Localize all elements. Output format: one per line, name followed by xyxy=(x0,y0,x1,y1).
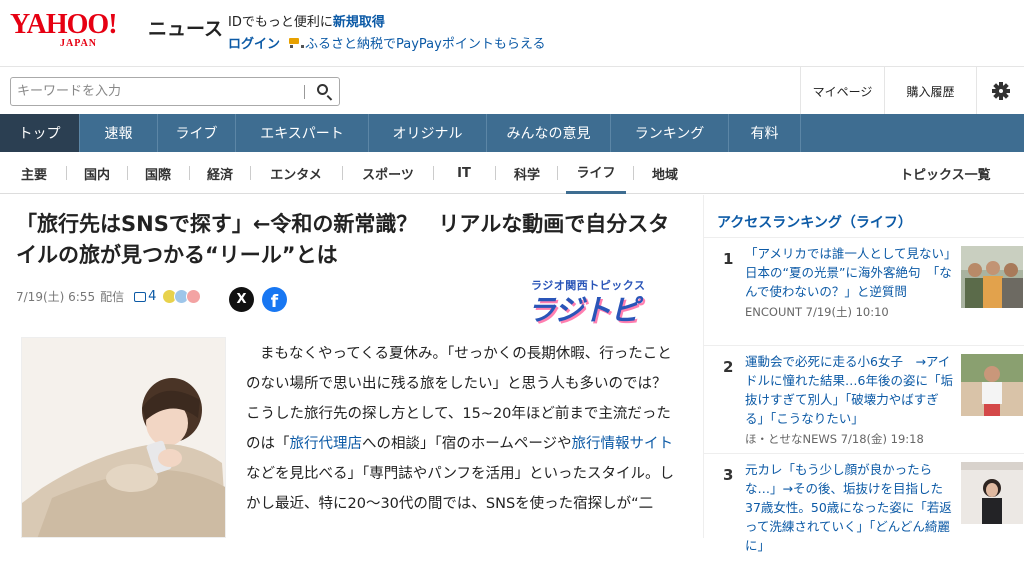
furusato-link[interactable]: ふるさと納税でPayPayポイントもらえる xyxy=(288,33,545,52)
settings-button[interactable] xyxy=(976,67,1024,115)
news-section-title[interactable]: ニュース xyxy=(148,14,223,41)
ranking-thumbnail xyxy=(961,462,1023,524)
search-divider xyxy=(304,85,305,99)
search-box xyxy=(10,77,340,106)
rank-number: 1 xyxy=(723,250,734,268)
nav-opinions[interactable]: みんなの意見 xyxy=(487,114,611,152)
reaction-icon xyxy=(186,289,202,304)
logo-subtext: JAPAN xyxy=(60,38,98,49)
id-promo: IDでもっと便利に新規取得 xyxy=(228,11,385,30)
furusato-text: ふるさと納税でPayPayポイントもらえる xyxy=(305,37,546,52)
search-input[interactable] xyxy=(17,81,302,102)
main-nav: トップ 速報 ライブ エキスパート オリジナル みんなの意見 ランキング 有料 xyxy=(0,114,1024,152)
cat-divider xyxy=(495,166,496,180)
nav-breaking[interactable]: 速報 xyxy=(80,114,158,152)
cat-divider xyxy=(633,166,634,180)
nav-filler xyxy=(801,114,1024,152)
cat-science[interactable]: 科学 xyxy=(503,152,551,194)
comment-icon xyxy=(134,291,147,302)
ranking-text: 元カレ「もう少し顔が良かったらな…」→その後、垢抜けを目指した37歳女性。50歳… xyxy=(745,460,957,555)
cat-it[interactable]: IT xyxy=(441,152,487,194)
rank-title: 「アメリカでは誰一人として見ない」 日本の“夏の光景”に海外客絶句 「なんで使わ… xyxy=(745,246,963,299)
publish-date: 7/19(土) 6:55 xyxy=(16,290,96,304)
id-promo-text: IDでもっと便利に xyxy=(228,15,333,30)
cat-main[interactable]: 主要 xyxy=(10,152,58,194)
comment-count: 4 xyxy=(148,289,157,304)
source-name-logo: ラジトピ xyxy=(527,293,639,327)
cat-world[interactable]: 国際 xyxy=(135,152,181,194)
cat-sports[interactable]: スポーツ xyxy=(350,152,426,194)
nav-top[interactable]: トップ xyxy=(0,114,80,152)
keyword-link-travel-info-site[interactable]: 旅行情報サイト xyxy=(572,436,674,452)
cat-economy[interactable]: 経済 xyxy=(197,152,243,194)
reaction-icons[interactable] xyxy=(160,289,202,304)
ranking-item-2[interactable]: 2 運動会で必死に走る小6女子 →アイドルに憧れた結果…6年後の姿に「垢抜けすぎ… xyxy=(704,345,1024,453)
cat-divider xyxy=(250,166,251,180)
article: 「旅行先はSNSで探す」←令和の新常識？ リアルな動画で自分スタイルの旅が見つか… xyxy=(0,195,695,538)
woman-with-phone-image xyxy=(22,338,225,537)
cat-entertainment[interactable]: エンタメ xyxy=(258,152,334,194)
site-header: YAHOO! JAPAN ニュース IDでもっと便利に新規取得 ログイン ふるさ… xyxy=(0,0,1024,66)
group-photo-image xyxy=(961,246,1023,308)
cat-divider xyxy=(342,166,343,180)
keyword-link-travel-agency[interactable]: 旅行代理店 xyxy=(290,436,363,452)
body-text-2: への相談」「宿のホームページや xyxy=(362,436,572,452)
topics-list-link[interactable]: トピックス一覧 xyxy=(900,152,991,194)
rank-title: 元カレ「もう少し顔が良かったらな…」→その後、垢抜けを目指した37歳女性。50歳… xyxy=(745,462,952,553)
nav-original[interactable]: オリジナル xyxy=(369,114,487,152)
article-headline: 「旅行先はSNSで探す」←令和の新常識？ リアルな動画で自分スタイルの旅が見つか… xyxy=(16,212,670,267)
publish-label: 配信 xyxy=(100,290,125,304)
ranking-item-1[interactable]: 1 「アメリカでは誰一人として見ない」 日本の“夏の光景”に海外客絶句 「なんで… xyxy=(704,237,1024,345)
ranking-thumbnail xyxy=(961,354,1023,416)
ranking-text: 運動会で必死に走る小6女子 →アイドルに憧れた結果…6年後の姿に「垢抜けすぎて別… xyxy=(745,352,957,449)
cart-icon xyxy=(288,37,305,48)
source-logo[interactable]: ラジオ関西トピックス ラジトピ xyxy=(527,277,657,327)
ranking-text: 「アメリカでは誰一人として見ない」 日本の“夏の光景”に海外客絶句 「なんで使わ… xyxy=(745,244,963,322)
ranking-title: アクセスランキング（ライフ） xyxy=(717,215,912,231)
search-icon xyxy=(317,84,328,95)
search-button[interactable] xyxy=(309,80,337,103)
yahoo-japan-logo[interactable]: YAHOO! JAPAN xyxy=(10,10,148,52)
mypage-link[interactable]: マイページ xyxy=(800,67,884,115)
rank-number: 3 xyxy=(723,466,734,484)
cat-domestic[interactable]: 国内 xyxy=(74,152,120,194)
nav-live[interactable]: ライブ xyxy=(158,114,236,152)
share-facebook-button[interactable]: f xyxy=(262,287,287,312)
woman-portrait-image xyxy=(961,462,1023,524)
gear-icon xyxy=(991,82,1010,100)
x-icon: X xyxy=(236,292,247,307)
ranking-thumbnail xyxy=(961,246,1023,308)
nav-expert[interactable]: エキスパート xyxy=(236,114,369,152)
rank-title: 運動会で必死に走る小6女子 →アイドルに憧れた結果…6年後の姿に「垢抜けすぎて別… xyxy=(745,354,953,426)
access-ranking-sidebar: アクセスランキング（ライフ） 1 「アメリカでは誰一人として見ない」 日本の“夏… xyxy=(703,195,1024,553)
article-photo[interactable] xyxy=(21,337,226,538)
nav-ranking[interactable]: ランキング xyxy=(611,114,729,152)
cat-local[interactable]: 地域 xyxy=(641,152,689,194)
rank-number: 2 xyxy=(723,358,734,376)
cat-divider xyxy=(127,166,128,180)
rank-source: ENCOUNT 7/19(土) 10:10 xyxy=(745,305,889,319)
article-body: まもなくやってくる夏休み。「せっかくの長期休暇、行ったことのない場所で思い出に残… xyxy=(246,339,681,519)
ranking-item-3[interactable]: 3 元カレ「もう少し顔が良かったらな…」→その後、垢抜けを目指した37歳女性。5… xyxy=(704,453,1024,561)
login-row: ログイン ふるさと納税でPayPayポイントもらえる xyxy=(228,33,545,52)
cat-divider xyxy=(66,166,67,180)
rank-source: ほ・とせなNEWS 7/18(金) 19:18 xyxy=(745,432,924,446)
login-link[interactable]: ログイン xyxy=(228,33,280,52)
facebook-icon: f xyxy=(270,292,279,312)
cat-divider xyxy=(433,166,434,180)
share-x-button[interactable]: X xyxy=(229,287,254,312)
purchase-history-link[interactable]: 購入履歴 xyxy=(884,67,976,115)
cat-life[interactable]: ライフ xyxy=(566,152,626,194)
runner-photo-image xyxy=(961,354,1023,416)
body-text-3: などを見比べる」「専門誌やパンフを活用」といったスタイル。しかし最近、特に20～… xyxy=(246,466,675,512)
logo-wordmark: YAHOO! xyxy=(10,9,118,40)
register-link[interactable]: 新規取得 xyxy=(333,15,385,30)
nav-paid[interactable]: 有料 xyxy=(729,114,801,152)
cat-divider xyxy=(189,166,190,180)
search-bar-row: マイページ 購入履歴 xyxy=(0,66,1024,115)
category-nav: 主要 国内 国際 経済 エンタメ スポーツ IT 科学 ライフ 地域 トピックス… xyxy=(0,152,1024,194)
article-meta: 7/19(土) 6:55 配信 4 xyxy=(16,288,202,305)
comments-link[interactable]: 4 xyxy=(134,289,156,304)
cat-divider xyxy=(557,166,558,180)
